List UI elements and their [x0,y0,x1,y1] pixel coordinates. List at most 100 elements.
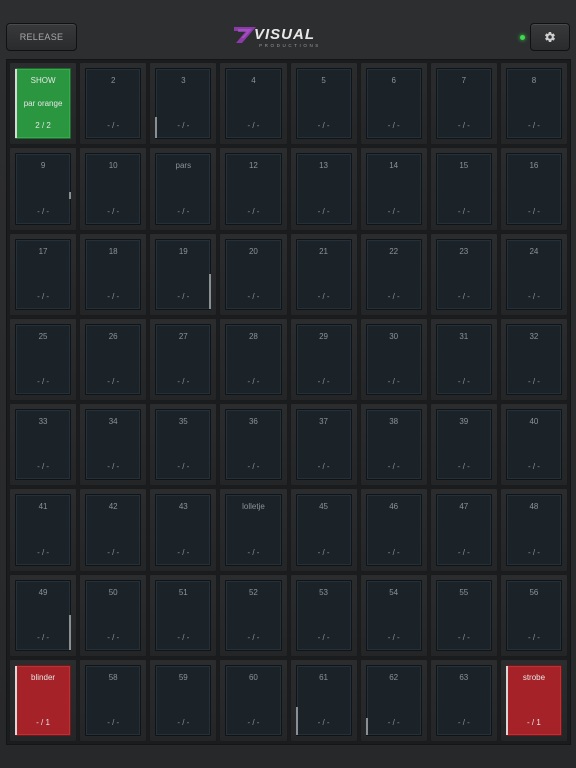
pad-title: 7 [461,76,467,85]
pad-button[interactable]: 29 - / - [289,317,358,401]
pad-title: 61 [319,672,329,682]
pad-face: 50 - / - [85,579,142,651]
pad-status: - / - [527,377,540,386]
pad-button[interactable]: 28 - / - [219,317,288,401]
settings-button[interactable] [530,23,570,51]
pad-button[interactable]: 62 - / - [359,658,428,742]
pad-face: 13 - / - [295,153,352,225]
pad-title: 13 [319,161,329,171]
pad-button[interactable]: 45 - / - [289,488,358,572]
pad-face: 14 - / - [365,153,422,225]
pad-title: 49 [38,587,48,597]
pad-title: 8 [531,76,537,85]
pad-status: - / - [37,291,50,301]
pad-button[interactable]: 58 - / - [79,658,148,742]
pad-button[interactable]: 22 - / - [359,232,428,316]
pad-button[interactable]: 19 - / - [149,232,218,316]
pad-button[interactable]: 15 - / - [429,147,498,231]
pad-button[interactable]: 37 - / - [289,403,358,487]
pad-button[interactable]: 4 - / - [219,62,288,146]
pad-button[interactable]: 35 - / - [149,403,218,487]
pad-button[interactable]: 50 - / - [79,573,148,657]
pad-button[interactable]: 59 - / - [149,658,218,742]
pad-button[interactable]: 21 - / - [289,232,358,316]
pad-button[interactable]: 49 - / - [9,573,78,657]
pad-button[interactable]: 42 - / - [79,488,148,572]
pad-button[interactable]: 56 - / - [499,573,568,657]
pad-button[interactable]: 10 - / - [79,147,148,231]
pad-status: - / - [177,718,190,727]
pad-button[interactable]: 7 - / - [429,62,498,146]
pad-face: 49 - / - [15,579,72,651]
pad-button[interactable]: 39 - / - [429,403,498,487]
pad-button[interactable]: 18 - / - [79,232,148,316]
pad-face: 16 - / - [505,153,562,225]
pad-button[interactable]: 13 - / - [289,147,358,231]
pad-button[interactable]: 6 - / - [359,62,428,146]
pad-button[interactable]: 31 - / - [429,317,498,401]
pad-button[interactable]: 61 - / - [289,658,358,742]
pad-button[interactable]: 55 - / - [429,573,498,657]
pad-status: - / - [247,206,260,216]
pad-button[interactable]: 12 - / - [219,147,288,231]
pad-button[interactable]: 46 - / - [359,488,428,572]
pad-status: - / - [527,206,540,216]
pad-title: lolletje [242,502,265,512]
pad-button[interactable]: 5 - / - [289,62,358,146]
pad-button[interactable]: 34 - / - [79,403,148,487]
pad-button[interactable]: 63 - / - [429,658,498,742]
pad-button[interactable]: 52 - / - [219,573,288,657]
pad-status: - / - [247,377,260,386]
pad-button[interactable]: 30 - / - [359,317,428,401]
pad-status: - / - [317,206,330,216]
pad-button[interactable]: 38 - / - [359,403,428,487]
release-button[interactable]: RELEASE [6,23,77,51]
pad-status: - / - [247,121,260,131]
pad-title: 47 [459,502,469,512]
pad-button[interactable]: 26 - / - [79,317,148,401]
pad-status: - / - [457,206,470,216]
pad-button[interactable]: 8 - / - [499,62,568,146]
pad-button[interactable]: 27 - / - [149,317,218,401]
pad-title: 63 [459,672,469,682]
pad-status: - / - [527,547,540,557]
pad-button[interactable]: lolletje - / - [219,488,288,572]
pad-title: 38 [389,417,399,426]
pad-button[interactable]: SHOW par orange 2 / 2 [9,62,78,146]
pad-button[interactable]: 40 - / - [499,403,568,487]
pad-status: - / - [247,462,260,472]
pad-button[interactable]: 41 - / - [9,488,78,572]
pad-status: - / - [247,547,260,557]
pad-button[interactable]: strobe - / 1 [499,658,568,742]
pad-face: 19 - / - [155,238,212,310]
pad-button[interactable]: 17 - / - [9,232,78,316]
pad-button[interactable]: 16 - / - [499,147,568,231]
pad-face: 59 - / - [155,664,212,736]
pad-button[interactable]: 14 - / - [359,147,428,231]
pad-button[interactable]: 32 - / - [499,317,568,401]
pad-button[interactable]: 43 - / - [149,488,218,572]
pad-button[interactable]: 23 - / - [429,232,498,316]
pad-button[interactable]: 48 - / - [499,488,568,572]
pad-title: pars [175,161,192,171]
pad-button[interactable]: 51 - / - [149,573,218,657]
pad-button[interactable]: 2 - / - [79,62,148,146]
pad-button[interactable]: 9 - / - [9,147,78,231]
pad-status: - / - [37,632,50,642]
pad-button[interactable]: 54 - / - [359,573,428,657]
pad-button[interactable]: 47 - / - [429,488,498,572]
pad-face: 40 - / - [505,409,562,481]
pad-button[interactable]: 53 - / - [289,573,358,657]
pad-button[interactable]: pars - / - [149,147,218,231]
pad-title: 52 [248,587,258,597]
pad-button[interactable]: 20 - / - [219,232,288,316]
pad-button[interactable]: 36 - / - [219,403,288,487]
pad-button[interactable]: blinder - / 1 [9,658,78,742]
pad-button[interactable]: 25 - / - [9,317,78,401]
pad-button[interactable]: 3 - / - [149,62,218,146]
pad-title: 43 [178,502,188,512]
pad-button[interactable]: 33 - / - [9,403,78,487]
pad-button[interactable]: 24 - / - [499,232,568,316]
pad-button[interactable]: 60 - / - [219,658,288,742]
pad-status: - / - [457,377,470,386]
